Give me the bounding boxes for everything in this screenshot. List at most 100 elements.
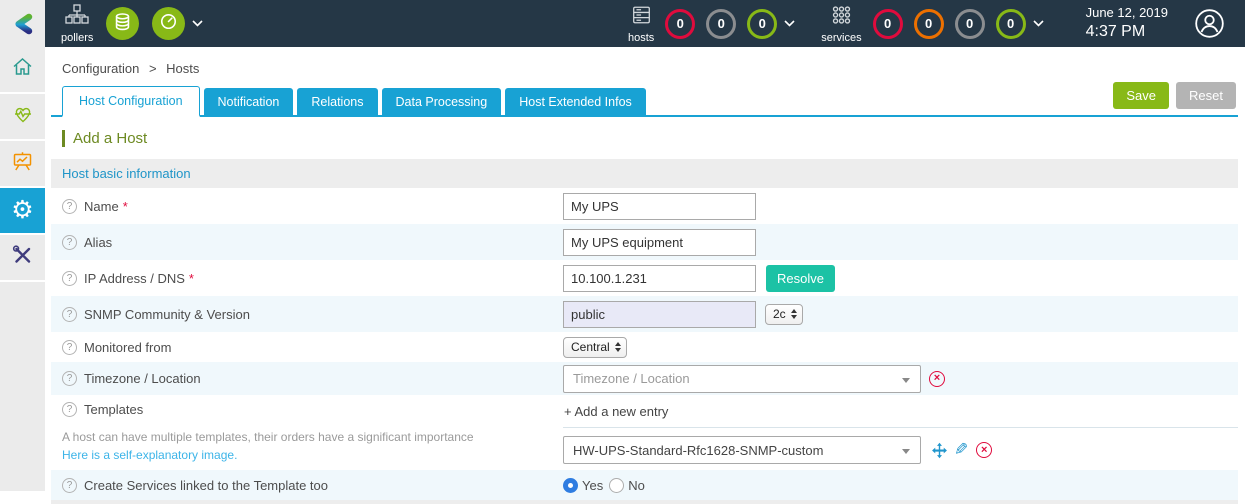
tab-host-configuration[interactable]: Host Configuration bbox=[62, 86, 200, 117]
help-icon[interactable] bbox=[62, 199, 77, 214]
tab-relations[interactable]: Relations bbox=[297, 88, 377, 115]
centreon-logo[interactable] bbox=[0, 0, 45, 47]
monitored-from-label: Monitored from bbox=[84, 340, 171, 355]
sidebar-item-reporting[interactable] bbox=[0, 141, 45, 188]
tab-data-processing[interactable]: Data Processing bbox=[382, 88, 502, 115]
templates-label-cell: Templates A host can have multiple templ… bbox=[51, 402, 563, 462]
delete-template-icon[interactable] bbox=[976, 442, 992, 458]
add-template-entry-link[interactable]: + Add a new entry bbox=[563, 402, 1238, 428]
poller-latency-status[interactable] bbox=[152, 7, 185, 40]
row-timezone: Timezone / Location Timezone / Location bbox=[51, 362, 1238, 395]
edit-template-icon[interactable]: ✎ bbox=[954, 440, 968, 460]
tools-icon bbox=[10, 243, 35, 272]
create-services-label-cell: Create Services linked to the Template t… bbox=[51, 478, 563, 493]
name-label-cell: Name * bbox=[51, 199, 563, 214]
database-icon bbox=[113, 12, 132, 36]
templates-label: Templates bbox=[84, 402, 143, 417]
tab-notification[interactable]: Notification bbox=[204, 88, 294, 115]
help-icon[interactable] bbox=[62, 271, 77, 286]
snmp-community-input[interactable] bbox=[563, 301, 756, 328]
form-actions: Save Reset bbox=[1113, 82, 1236, 109]
select-spinner-icon bbox=[791, 309, 797, 319]
gear-icon: ⚙ bbox=[11, 198, 33, 223]
sidebar-item-configuration[interactable]: ⚙ bbox=[0, 188, 45, 235]
help-icon[interactable] bbox=[62, 340, 77, 355]
pollers-icon bbox=[65, 4, 89, 31]
row-alias: Alias bbox=[51, 224, 1238, 260]
tab-host-extended-infos[interactable]: Host Extended Infos bbox=[505, 88, 646, 115]
required-asterisk: * bbox=[189, 271, 194, 286]
hosts-unreachable-badge[interactable]: 0 bbox=[706, 9, 736, 39]
breadcrumb: Configuration > Hosts bbox=[51, 47, 1238, 86]
services-ok-badge[interactable]: 0 bbox=[996, 9, 1026, 39]
help-icon[interactable] bbox=[62, 235, 77, 250]
pollers-label: pollers bbox=[61, 32, 93, 44]
user-profile-icon[interactable] bbox=[1194, 8, 1225, 39]
row-monitored-from: Monitored from Central bbox=[51, 332, 1238, 362]
row-name: Name * bbox=[51, 188, 1238, 224]
help-icon[interactable] bbox=[62, 371, 77, 386]
heartbeat-icon bbox=[10, 102, 36, 131]
name-input[interactable] bbox=[563, 193, 756, 220]
page-title-text: Add a Host bbox=[73, 130, 147, 147]
services-critical-badge[interactable]: 0 bbox=[873, 9, 903, 39]
timezone-label-cell: Timezone / Location bbox=[51, 371, 563, 386]
services-warning-badge[interactable]: 0 bbox=[914, 9, 944, 39]
left-sidebar: ⚙ bbox=[0, 47, 45, 491]
row-templates: Templates A host can have multiple templ… bbox=[51, 395, 1238, 470]
chart-board-icon bbox=[10, 149, 35, 178]
help-icon[interactable] bbox=[62, 402, 77, 417]
main-content: Configuration > Hosts Host Configuration… bbox=[45, 47, 1245, 491]
sidebar-item-administration[interactable] bbox=[0, 235, 45, 282]
create-services-yes-radio[interactable] bbox=[563, 478, 578, 493]
tab-bar: Host Configuration Notification Relation… bbox=[51, 86, 1238, 117]
hosts-label: hosts bbox=[628, 32, 654, 44]
breadcrumb-configuration[interactable]: Configuration bbox=[62, 61, 139, 76]
template-select-value: HW-UPS-Standard-Rfc1628-SNMP-custom bbox=[573, 443, 823, 458]
move-template-icon[interactable] bbox=[931, 442, 948, 459]
timezone-placeholder: Timezone / Location bbox=[573, 371, 690, 386]
reset-button[interactable]: Reset bbox=[1176, 82, 1236, 109]
clear-timezone-icon[interactable] bbox=[929, 371, 945, 387]
services-label: services bbox=[821, 32, 861, 44]
hosts-status-menu[interactable]: hosts bbox=[628, 4, 654, 44]
resolve-button[interactable]: Resolve bbox=[766, 265, 835, 292]
top-header: pollers bbox=[0, 0, 1245, 47]
help-icon[interactable] bbox=[62, 478, 77, 493]
page-title: Add a Host bbox=[62, 130, 1238, 147]
snmp-version-value: 2c bbox=[773, 307, 786, 321]
sidebar-item-home[interactable] bbox=[0, 47, 45, 94]
pollers-menu[interactable]: pollers bbox=[61, 4, 93, 44]
breadcrumb-hosts[interactable]: Hosts bbox=[166, 61, 199, 76]
snmp-label: SNMP Community & Version bbox=[84, 307, 250, 322]
row-create-services: Create Services linked to the Template t… bbox=[51, 470, 1238, 500]
timezone-select[interactable]: Timezone / Location bbox=[563, 365, 921, 393]
monitored-from-value: Central bbox=[571, 340, 610, 354]
ip-label-cell: IP Address / DNS * bbox=[51, 271, 563, 286]
monitored-from-select[interactable]: Central bbox=[563, 337, 627, 358]
alias-label: Alias bbox=[84, 235, 112, 250]
hosts-up-badge[interactable]: 0 bbox=[747, 9, 777, 39]
ip-input[interactable] bbox=[563, 265, 756, 292]
snmp-version-select[interactable]: 2c bbox=[765, 304, 803, 325]
services-chevron-icon[interactable] bbox=[1033, 20, 1044, 27]
ip-label: IP Address / DNS bbox=[84, 271, 185, 286]
save-button[interactable]: Save bbox=[1113, 82, 1169, 109]
create-services-no-radio[interactable] bbox=[609, 478, 624, 493]
section-header-host-basic-information: Host basic information bbox=[51, 159, 1238, 188]
hosts-down-badge[interactable]: 0 bbox=[665, 9, 695, 39]
services-status-menu[interactable]: services bbox=[821, 4, 861, 44]
pollers-chevron-icon[interactable] bbox=[192, 20, 203, 27]
current-date: June 12, 2019 bbox=[1086, 5, 1168, 21]
templates-help-link[interactable]: Here is a self-explanatory image. bbox=[62, 448, 237, 462]
help-icon[interactable] bbox=[62, 307, 77, 322]
sidebar-item-monitoring[interactable] bbox=[0, 94, 45, 141]
yes-label: Yes bbox=[582, 478, 603, 493]
services-unknown-badge[interactable]: 0 bbox=[955, 9, 985, 39]
template-select[interactable]: HW-UPS-Standard-Rfc1628-SNMP-custom bbox=[563, 436, 921, 464]
required-asterisk: * bbox=[123, 199, 128, 214]
clock: June 12, 2019 4:37 PM bbox=[1086, 5, 1168, 41]
hosts-chevron-icon[interactable] bbox=[784, 20, 795, 27]
alias-input[interactable] bbox=[563, 229, 756, 256]
poller-database-status[interactable] bbox=[106, 7, 139, 40]
